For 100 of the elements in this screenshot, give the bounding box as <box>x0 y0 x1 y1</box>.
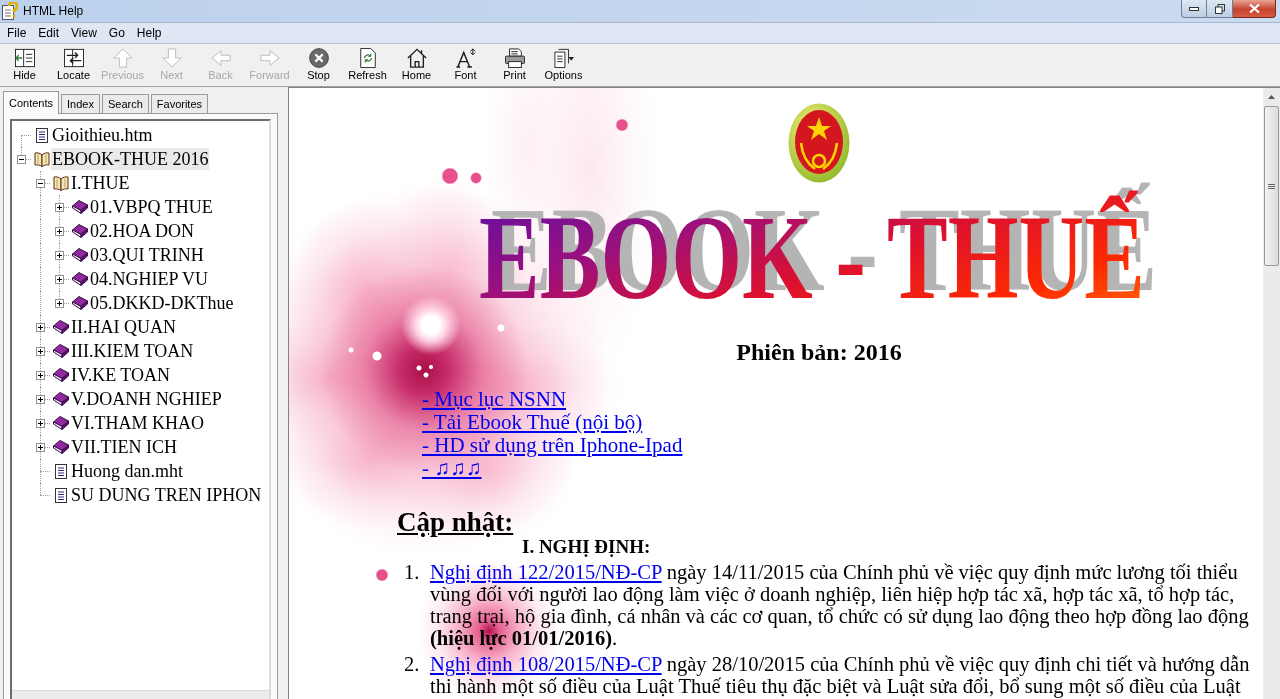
toolbar-button[interactable]: Print <box>490 44 539 82</box>
tree-item[interactable]: SU DUNG TREN IPHON <box>70 484 263 506</box>
closed-book-icon <box>72 248 88 262</box>
up-triangle-icon <box>1268 94 1275 99</box>
open-book-icon <box>34 151 50 167</box>
open-book-icon <box>53 175 69 191</box>
toolbar-button[interactable]: Stop <box>294 44 343 82</box>
expand-toggle[interactable] <box>36 418 45 428</box>
menu-item[interactable]: File <box>1 25 33 41</box>
toolbar-button[interactable]: Font <box>441 44 490 82</box>
expand-toggle[interactable] <box>55 298 64 308</box>
closed-book-icon <box>53 392 69 406</box>
horizontal-scrollbar[interactable] <box>12 690 269 699</box>
pane-arrows-icon <box>63 48 84 68</box>
expand-toggle[interactable] <box>55 226 64 236</box>
tree-item[interactable]: Gioithieu.htm <box>51 124 154 146</box>
home-icon <box>406 48 427 68</box>
menu-item[interactable]: View <box>65 25 103 41</box>
up-arrow-icon <box>112 48 133 68</box>
expand-toggle[interactable] <box>55 202 64 212</box>
closed-book-icon <box>53 344 69 358</box>
tree-item[interactable]: 01.VBPQ THUE <box>89 196 214 218</box>
closed-book-icon <box>53 320 69 334</box>
expand-toggle[interactable] <box>36 442 45 452</box>
tree-item[interactable]: 05.DKKD-DKThue <box>89 292 235 314</box>
version-label: Phiên bản: 2016 <box>736 339 902 365</box>
subsection-heading: I. NGHỊ ĐỊNH: <box>522 537 651 557</box>
closed-book-icon <box>72 200 88 214</box>
down-arrow-icon <box>161 48 182 68</box>
window-title: HTML Help <box>23 3 84 19</box>
help-icon <box>2 2 18 20</box>
page-link[interactable]: - Mục lục NSNN <box>422 388 567 411</box>
menu-item[interactable]: Edit <box>32 25 66 41</box>
stop-icon <box>308 48 329 68</box>
expand-toggle[interactable] <box>36 370 45 380</box>
tree-item[interactable]: Huong dan.mht <box>70 460 184 482</box>
closed-book-icon <box>72 224 88 238</box>
closed-book-icon <box>53 440 69 454</box>
minimize-button[interactable] <box>1181 0 1207 18</box>
printer-icon <box>504 48 525 68</box>
left-arrow-icon <box>210 48 231 68</box>
tree-item[interactable]: III.KIEM TOAN <box>70 340 195 362</box>
list-item-text: Nghị định 122/2015/NĐ-CP ngày 14/11/2015 của Chính phủ về việc quy định mức lương tối thiểu vùng đối với người lao động làm việc ở doanh nghiệp, liên hiệp hợp tác xã, hợp tác xã, tổ hợp tác, trang trại, hộ gia đình, cá nhân và các cơ quan, tổ chức có sử dụng lao động theo hợp đồng lao động (hiệu lực 01/01/2016). <box>430 561 1250 649</box>
tree-item[interactable]: 03.QUI TRINH <box>89 244 205 266</box>
tree-item[interactable]: VI.THAM KHAO <box>70 412 205 434</box>
emblem-icon <box>788 103 850 183</box>
closed-book-icon <box>53 416 69 430</box>
closed-book-icon <box>72 296 88 310</box>
toolbar-button[interactable]: Options <box>539 44 588 82</box>
expand-toggle[interactable] <box>17 154 26 164</box>
tree-item[interactable]: 04.NGHIEP VU <box>89 268 209 290</box>
decree-link[interactable]: Nghị định 122/2015/NĐ-CP <box>430 561 662 583</box>
toolbar-button[interactable]: Hide <box>0 44 49 82</box>
expand-toggle[interactable] <box>55 274 64 284</box>
toolbar-button[interactable]: Locate <box>49 44 98 82</box>
expand-toggle[interactable] <box>36 178 45 188</box>
tree-item[interactable]: II.HAI QUAN <box>70 316 177 338</box>
tab[interactable]: Contents <box>3 91 60 114</box>
expand-toggle[interactable] <box>36 322 45 332</box>
right-arrow-icon <box>259 48 280 68</box>
restore-button[interactable] <box>1207 0 1233 18</box>
refresh-icon <box>357 48 378 68</box>
tab[interactable]: Search <box>101 94 149 113</box>
page-link[interactable]: - HD sử dụng trên Iphone-Ipad <box>422 434 683 457</box>
tree-item[interactable]: VII.TIEN ICH <box>70 436 178 458</box>
tree-item[interactable]: I.THUE <box>70 172 131 194</box>
list-item-text: Nghị định 108/2015/NĐ-CP ngày 28/10/2015 của Chính phủ về việc quy định chi tiết và hướng dẫn thi hành một số điều của Luật Thuế tiêu thụ đặc biệt và Luật sửa đổi, bổ sung một số điều của Luật <box>430 653 1251 697</box>
tree-item[interactable]: IV.KE TOAN <box>70 364 171 386</box>
expand-toggle[interactable] <box>36 394 45 404</box>
tree-item[interactable]: V.DOANH NGHIEP <box>70 388 223 410</box>
expand-toggle[interactable] <box>36 346 45 356</box>
toolbar-button[interactable]: Refresh <box>343 44 392 82</box>
section-heading: Cập nhật: <box>397 507 514 537</box>
decree-link[interactable]: Nghị định 108/2015/NĐ-CP <box>430 653 662 675</box>
tree-item[interactable]: EBOOK-THUE 2016 <box>51 148 210 170</box>
toolbar-button[interactable]: Home <box>392 44 441 82</box>
tab[interactable]: Favorites <box>150 94 209 113</box>
restore-icon <box>1214 3 1225 14</box>
list-number: 2. <box>404 653 421 677</box>
font-icon <box>455 48 476 68</box>
close-button[interactable] <box>1233 0 1276 18</box>
page-icon <box>55 463 67 479</box>
page-link[interactable]: - Tải Ebook Thuế (nội bộ) <box>422 411 643 434</box>
list-number: 1. <box>404 561 421 585</box>
page-icon <box>36 127 48 143</box>
closed-book-icon <box>72 272 88 286</box>
vertical-scrollbar[interactable] <box>1263 88 1280 699</box>
page-link[interactable]: - ♫♫♫ <box>422 457 482 480</box>
scrollbar-thumb[interactable] <box>1264 106 1279 266</box>
menu-item[interactable]: Help <box>130 25 168 41</box>
tree-item[interactable]: 02.HOA DON <box>89 220 195 242</box>
expand-toggle[interactable] <box>55 250 64 260</box>
tab[interactable]: Index <box>61 94 100 113</box>
close-icon <box>1248 4 1260 13</box>
menu-item[interactable]: Go <box>102 25 131 41</box>
page-icon <box>55 487 67 503</box>
grip-icon <box>1268 183 1275 189</box>
minimize-icon <box>1189 6 1199 11</box>
document-caret-icon <box>553 48 574 68</box>
closed-book-icon <box>53 368 69 382</box>
